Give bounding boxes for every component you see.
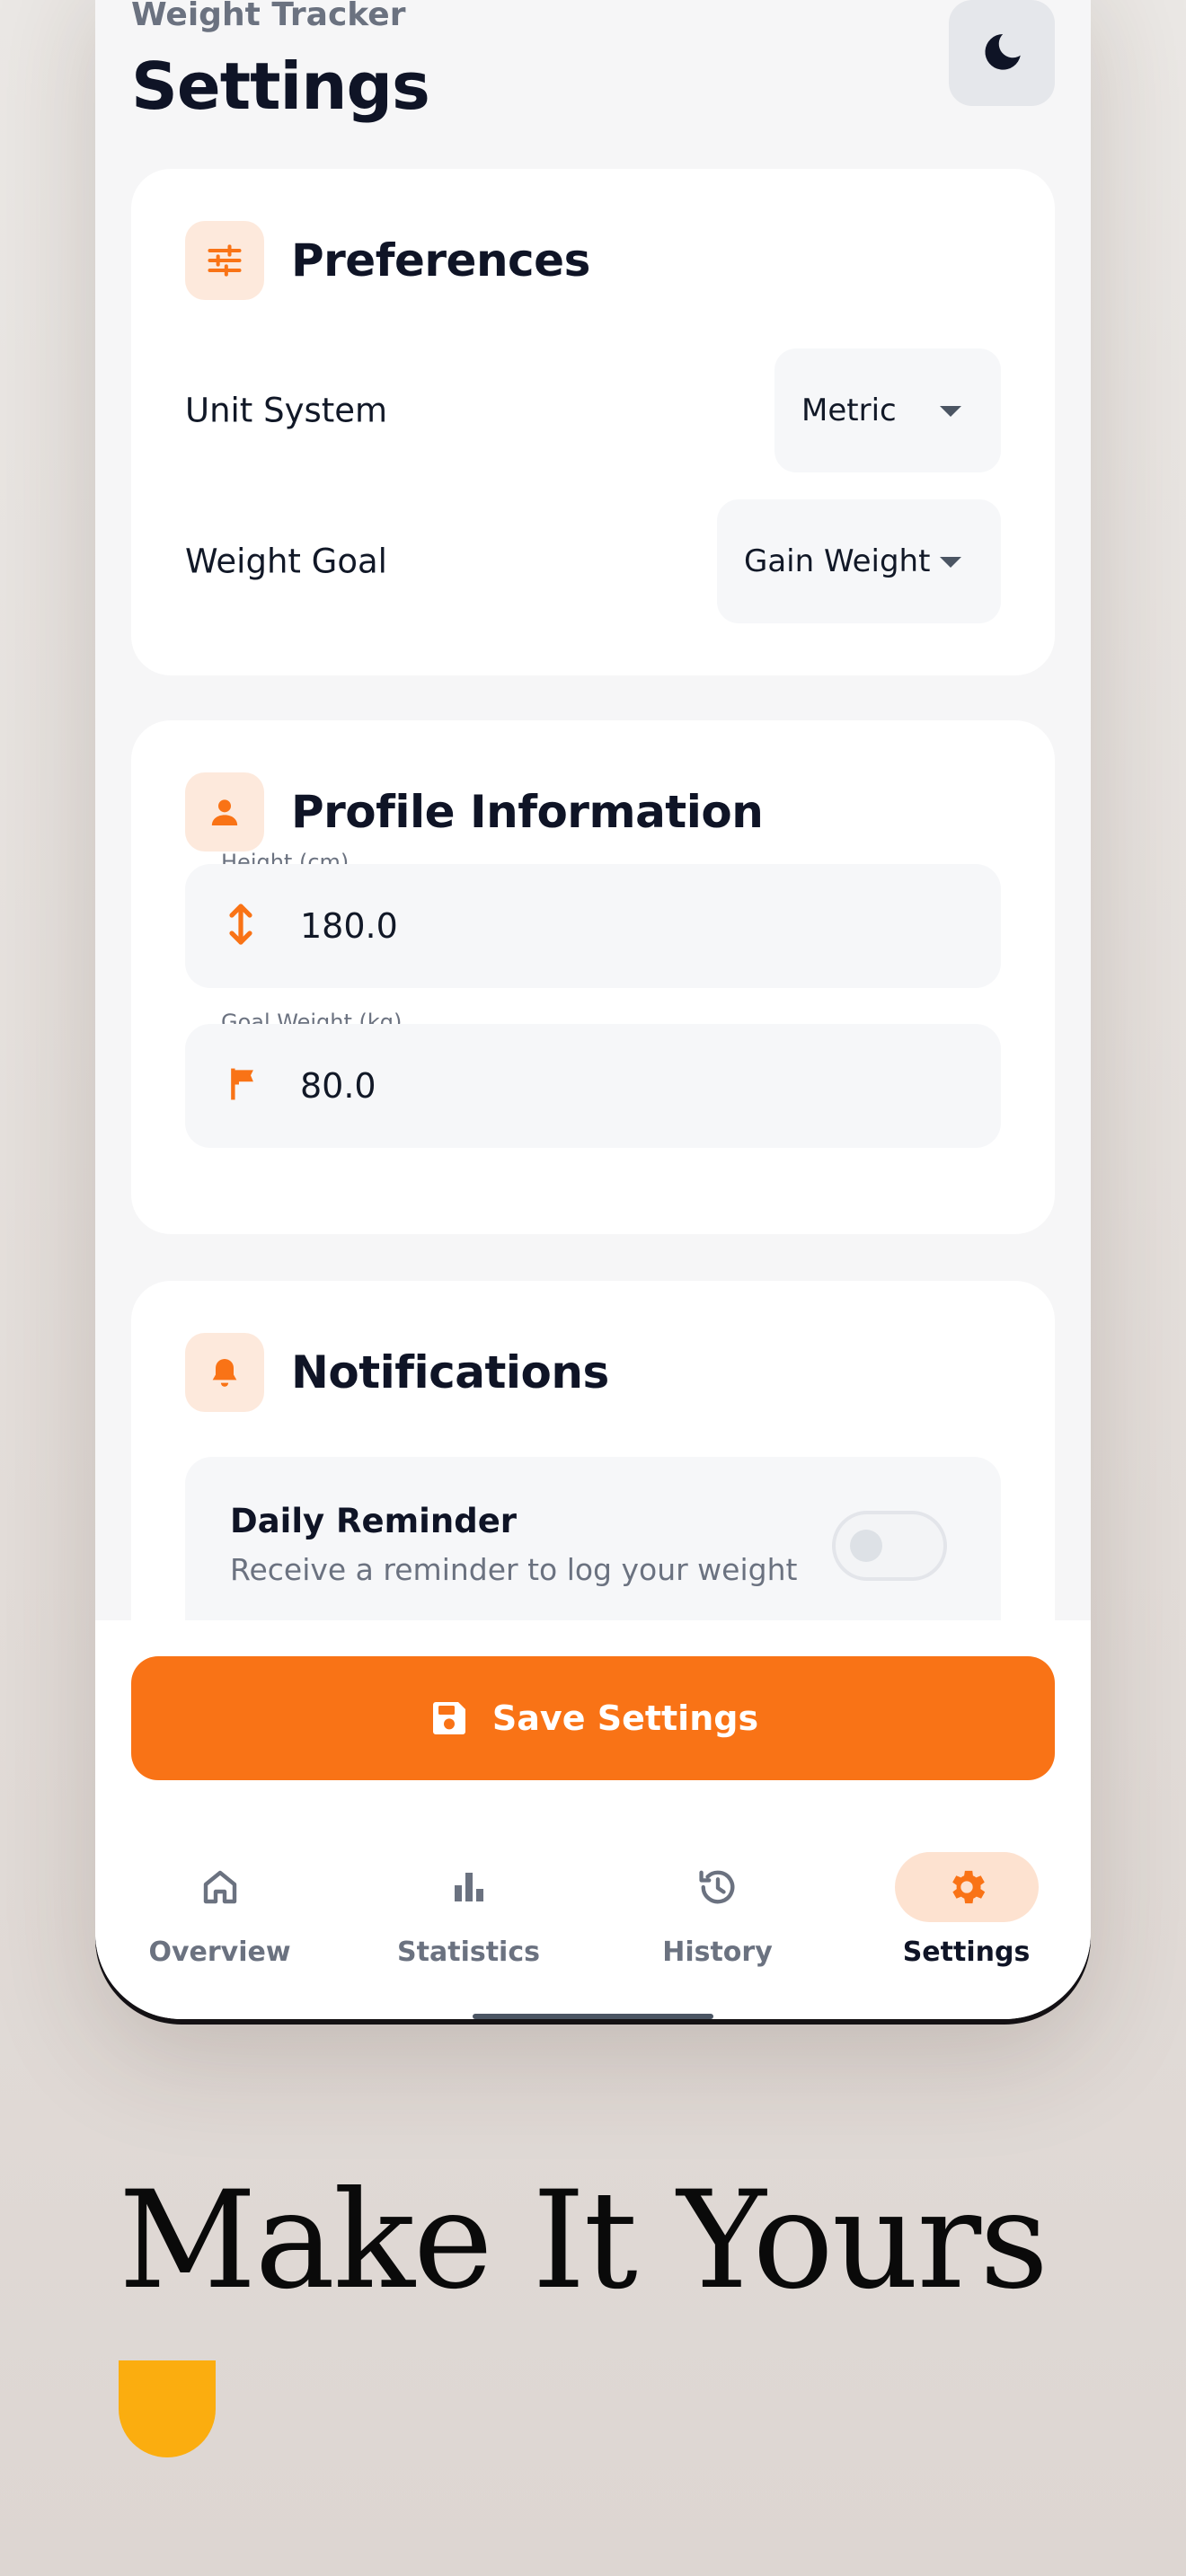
- bottom-nav: Overview Statistics History Settings: [95, 1818, 1091, 2019]
- unit-system-value: Metric: [801, 393, 897, 428]
- history-icon: [698, 1870, 734, 1904]
- flag-icon: [223, 1064, 262, 1107]
- bar-chart-icon: [454, 1873, 483, 1901]
- page-title: Settings: [131, 49, 430, 124]
- weight-goal-select[interactable]: Gain Weight: [717, 499, 1001, 623]
- save-settings-button[interactable]: Save Settings: [131, 1656, 1055, 1780]
- save-settings-label: Save Settings: [491, 1698, 759, 1738]
- nav-settings[interactable]: Settings: [842, 1818, 1091, 2019]
- bell-icon: [185, 1333, 264, 1412]
- profile-card: Profile Information Height (cm) 180.0 Go…: [131, 720, 1055, 1234]
- nav-settings-label: Settings: [902, 1936, 1031, 1968]
- nav-history[interactable]: History: [593, 1818, 842, 2019]
- moon-icon: [985, 34, 1021, 70]
- weight-goal-value: Gain Weight: [744, 543, 931, 579]
- weight-goal-row: Weight Goal Gain Weight: [185, 499, 1001, 623]
- save-bar: Save Settings: [95, 1620, 1091, 1818]
- height-input[interactable]: 180.0: [185, 864, 1001, 988]
- toggle-knob: [850, 1530, 882, 1562]
- sliders-icon: [185, 221, 264, 300]
- app-subtitle: Weight Tracker: [131, 0, 406, 33]
- unit-system-label: Unit System: [185, 391, 388, 430]
- nav-history-label: History: [662, 1936, 773, 1968]
- gear-icon: [951, 1870, 985, 1904]
- save-icon: [432, 1702, 465, 1734]
- nav-statistics-label: Statistics: [397, 1936, 540, 1968]
- daily-reminder-toggle[interactable]: [832, 1511, 947, 1581]
- home-indicator: [473, 2014, 713, 2019]
- weight-goal-label: Weight Goal: [185, 542, 387, 581]
- chevron-down-icon: [940, 406, 961, 417]
- vertical-arrows-icon: [223, 901, 259, 951]
- marketing-tagline: Make It Yours: [119, 2163, 1049, 2319]
- phone-screen: Weight Tracker Settings Preferences Unit…: [95, 0, 1091, 2019]
- person-icon: [185, 772, 264, 851]
- preferences-card: Preferences Unit System Metric Weight Go…: [131, 169, 1055, 675]
- daily-reminder-description: Receive a reminder to log your weight: [230, 1552, 798, 1587]
- decorative-shape: [119, 2360, 216, 2457]
- home-icon: [203, 1870, 236, 1904]
- unit-system-select[interactable]: Metric: [774, 348, 1001, 472]
- goal-weight-value: 80.0: [300, 1066, 376, 1106]
- profile-title: Profile Information: [291, 786, 764, 838]
- notifications-title: Notifications: [291, 1346, 609, 1398]
- app-header: Weight Tracker Settings: [131, 0, 1055, 144]
- nav-overview[interactable]: Overview: [95, 1818, 344, 2019]
- theme-toggle-button[interactable]: [949, 0, 1055, 106]
- goal-weight-input[interactable]: 80.0: [185, 1024, 1001, 1148]
- nav-statistics[interactable]: Statistics: [344, 1818, 593, 2019]
- nav-overview-label: Overview: [148, 1936, 291, 1968]
- height-value: 180.0: [300, 906, 398, 946]
- unit-system-row: Unit System Metric: [185, 348, 1001, 472]
- preferences-title: Preferences: [291, 234, 590, 287]
- chevron-down-icon: [940, 557, 961, 568]
- daily-reminder-title: Daily Reminder: [230, 1502, 518, 1540]
